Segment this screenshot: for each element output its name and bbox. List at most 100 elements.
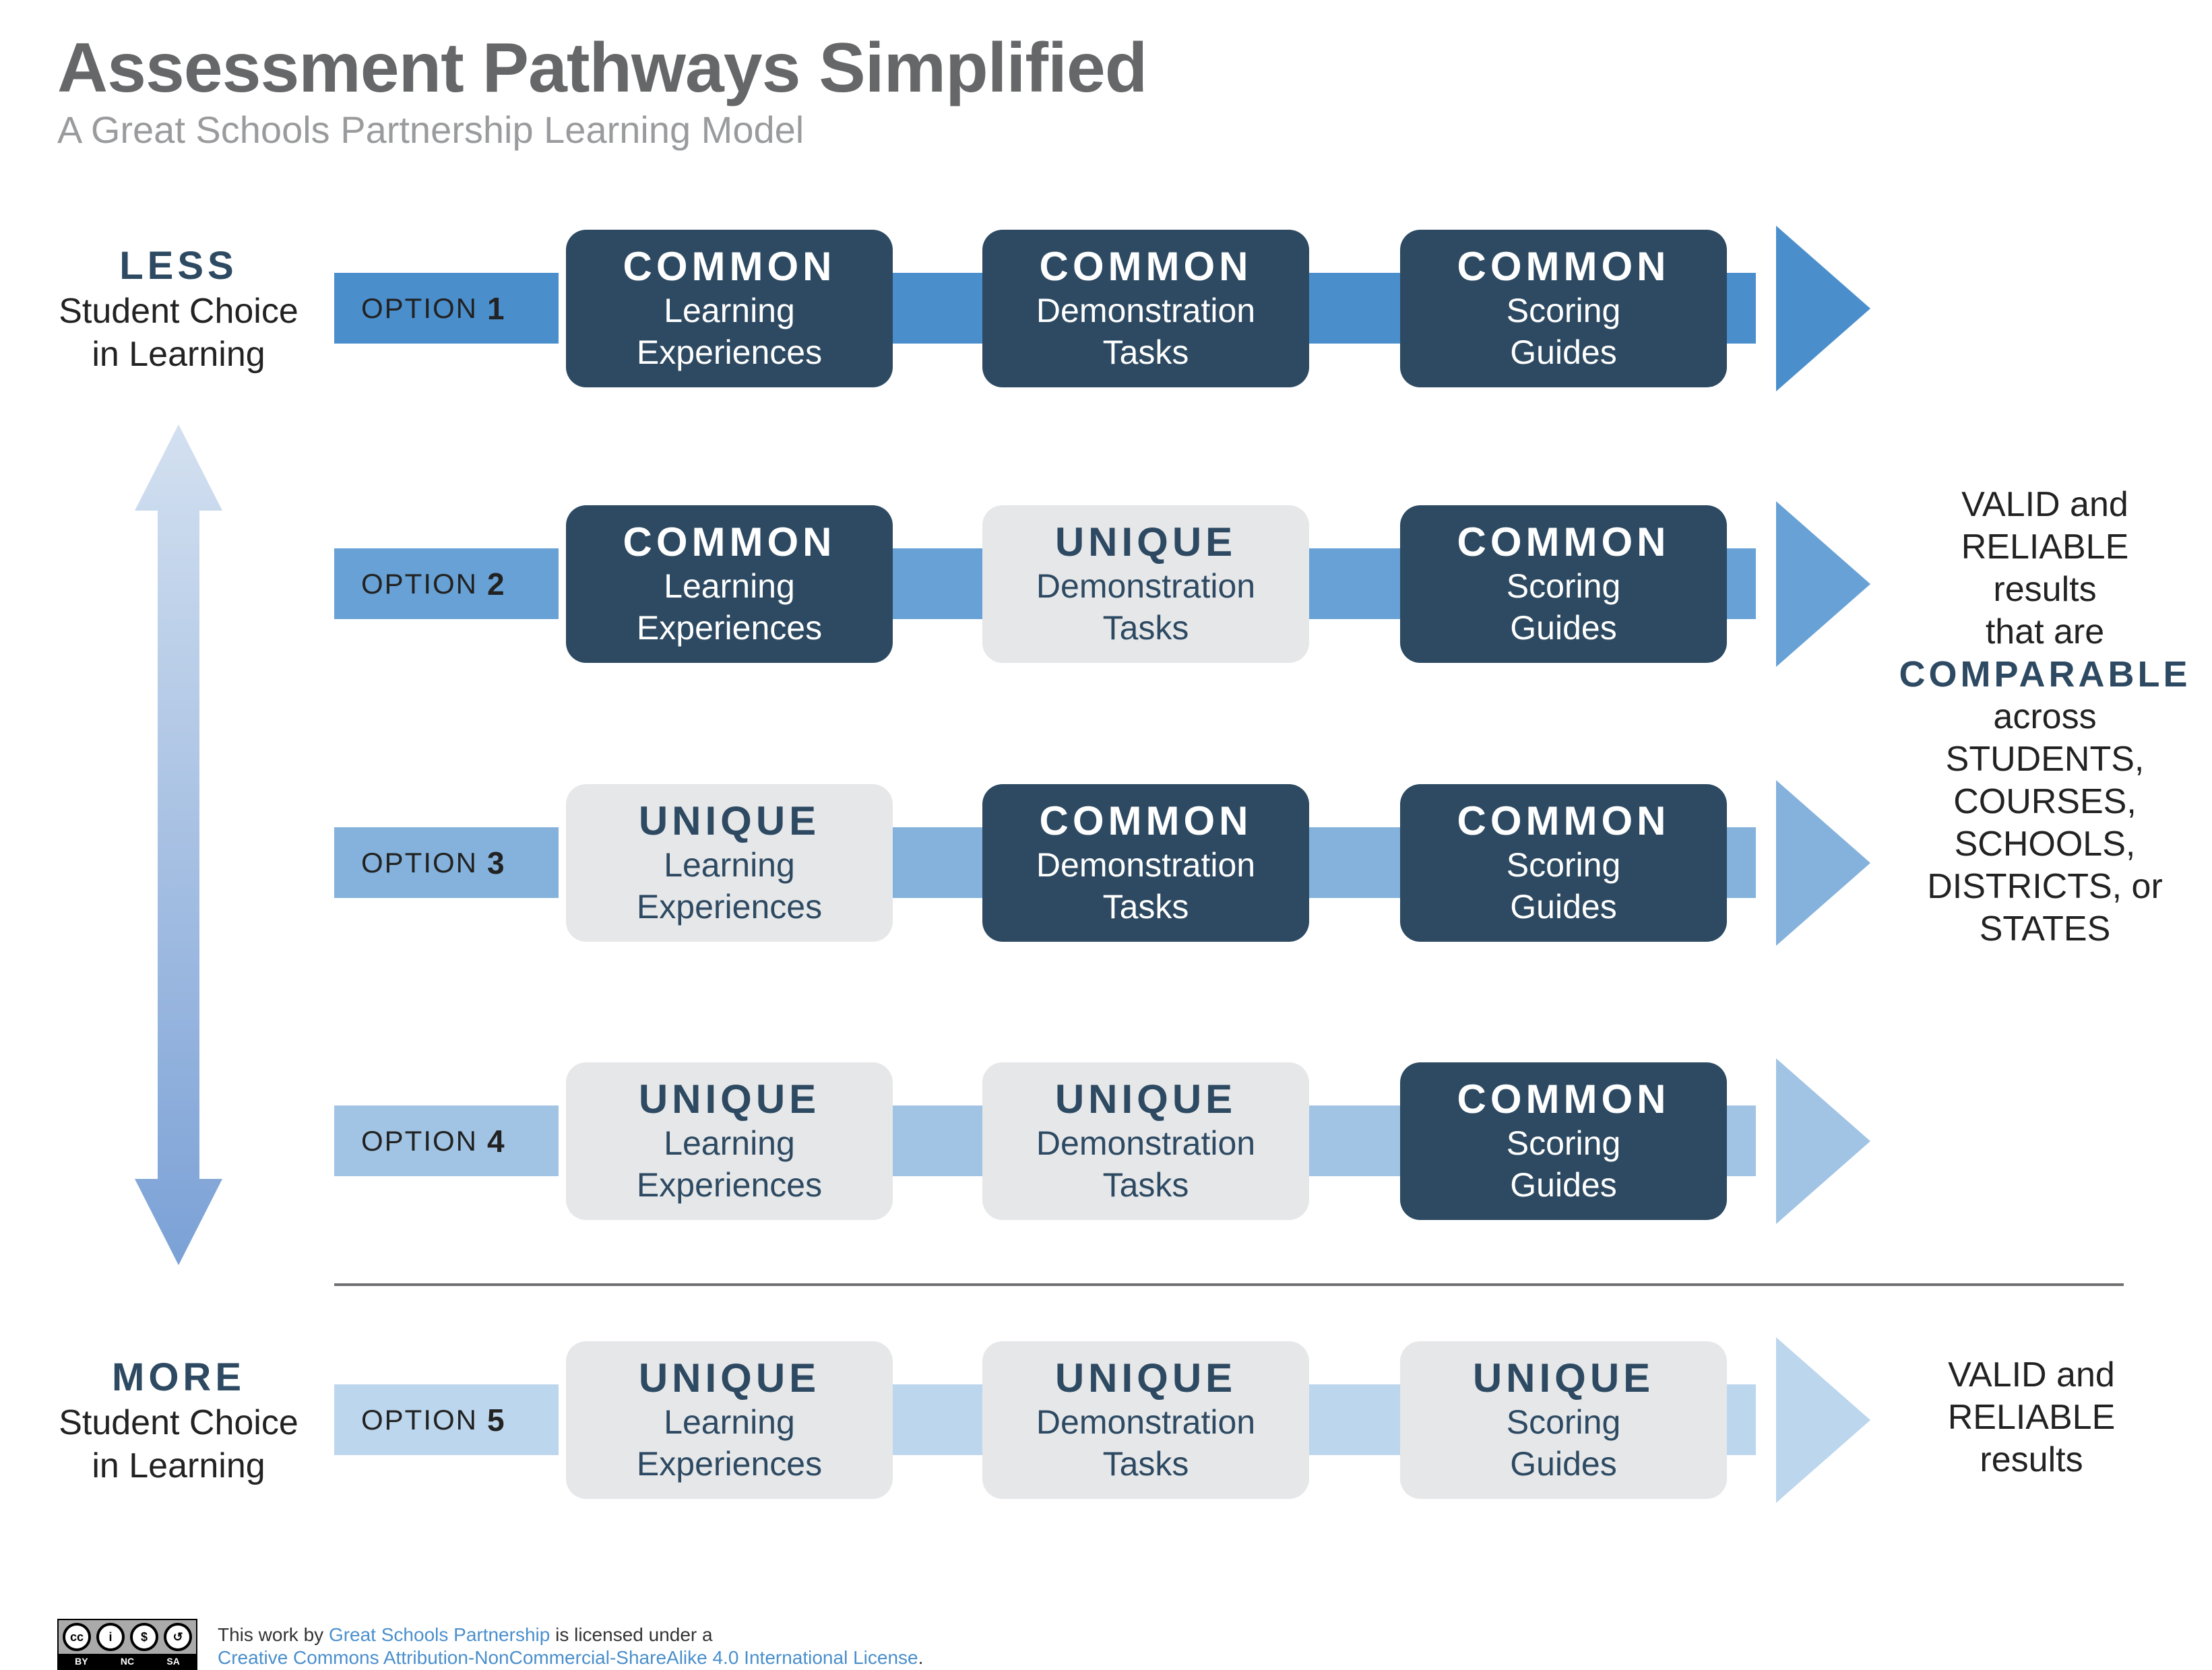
result-line: VALID and [1948,1355,2115,1394]
learning-experiences-box: UNIQUE Learning Experiences [566,1341,893,1499]
license-mid: is licensed under a [550,1624,713,1645]
option-number: 5 [487,1402,505,1438]
option-number: 3 [487,845,505,880]
right-arrow-head-icon [1776,1058,1870,1224]
box-kind: COMMON [623,519,836,565]
option-word: OPTION [361,1403,478,1436]
learning-experiences-box: COMMON Learning Experiences [566,230,893,387]
box-line2: Experiences [636,1445,823,1483]
box-line2: Tasks [1102,1166,1189,1204]
band-gap [559,1105,566,1176]
box-line1: Scoring [1506,1403,1621,1441]
creative-commons-badge[interactable]: cc i $ ↺ BY NC SA [57,1619,197,1670]
basic-results-text: VALID and RELIABLE results [1873,1354,2190,1481]
band-gap [559,827,566,898]
result-line: DISTRICTS, or [1927,867,2163,906]
result-line: COURSES, [1953,782,2137,821]
box-kind: UNIQUE [638,1077,821,1122]
box-kind: UNIQUE [638,1355,821,1401]
demonstration-tasks-box: UNIQUE Demonstration Tasks [982,1341,1309,1499]
right-arrow-head-icon [1776,1337,1870,1503]
page-title: Assessment Pathways Simplified [57,29,1147,107]
result-line: that are [1985,612,2105,651]
option-number: 4 [487,1123,505,1159]
badge-by: BY [75,1656,88,1667]
result-line: RELIABLE [1961,527,2129,567]
box-kind: COMMON [1039,244,1253,289]
option-label: OPTION 3 [334,827,559,898]
box-line2: Tasks [1102,609,1189,647]
box-line1: Learning [664,1124,795,1162]
scoring-guides-box: COMMON Scoring Guides [1400,784,1727,942]
scoring-guides-box: COMMON Scoring Guides [1400,505,1727,663]
box-line1: Learning [664,846,795,884]
comparable-results-text: VALID and RELIABLE results that are COMPARA… [1887,484,2203,951]
box-line2: Tasks [1102,1445,1189,1483]
box-line2: Guides [1510,888,1617,926]
band-gap [559,273,566,344]
box-kind: COMMON [623,244,836,289]
right-arrow-head-icon [1776,226,1870,391]
option-word: OPTION [361,846,478,878]
result-line: results [1993,570,2097,609]
license-link[interactable]: Creative Commons Attribution-NonCommerci… [218,1647,918,1668]
noncommercial-icon: $ [130,1623,158,1651]
box-line2: Tasks [1102,333,1189,371]
license-suffix: . [918,1647,924,1668]
right-arrow-head-icon [1776,780,1870,946]
box-line1: Demonstration [1036,1124,1256,1162]
box-kind: COMMON [1457,519,1670,565]
right-arrow-head-icon [1776,501,1870,667]
option-word: OPTION [361,567,478,600]
attribution-icon: i [96,1623,125,1651]
page-subtitle: A Great Schools Partnership Learning Mod… [57,108,804,151]
option-row: OPTION 3 UNIQUE Learning Experiences COMM… [0,775,2212,951]
box-line2: Guides [1510,333,1617,371]
box-line1: Scoring [1506,292,1621,329]
box-line2: Guides [1510,1166,1617,1204]
badge-nc: NC [120,1656,135,1667]
option-label: OPTION 1 [334,273,559,344]
author-link[interactable]: Great Schools Partnership [329,1624,550,1645]
box-line1: Scoring [1506,1124,1621,1162]
cc-icon: cc [63,1623,91,1651]
box-kind: COMMON [1457,1077,1670,1122]
option-label: OPTION 4 [334,1105,559,1176]
box-kind: UNIQUE [1054,519,1237,565]
band-gap [559,548,566,619]
learning-experiences-box: UNIQUE Learning Experiences [566,784,893,942]
box-line1: Demonstration [1036,292,1256,329]
demonstration-tasks-box: COMMON Demonstration Tasks [982,230,1309,387]
demonstration-tasks-box: UNIQUE Demonstration Tasks [982,505,1309,663]
box-line1: Learning [664,292,795,329]
box-kind: UNIQUE [1054,1355,1237,1401]
box-line1: Learning [664,567,795,605]
result-line: STATES [1979,909,2111,949]
box-line1: Demonstration [1036,846,1256,884]
option-word: OPTION [361,1124,478,1157]
option-number: 2 [487,566,505,602]
box-line1: Learning [664,1403,795,1441]
result-line: RELIABLE [1947,1398,2116,1437]
license-prefix: This work by [218,1624,329,1645]
box-line2: Guides [1510,1445,1617,1483]
option-row: OPTION 4 UNIQUE Learning Experiences UNIQ… [0,1054,2212,1229]
learning-experiences-box: UNIQUE Learning Experiences [566,1062,893,1220]
box-line2: Guides [1510,609,1617,647]
box-kind: COMMON [1457,244,1670,289]
result-line: across [1993,697,2097,736]
result-line: SCHOOLS, [1954,825,2136,864]
box-kind: COMMON [1457,798,1670,843]
demonstration-tasks-box: COMMON Demonstration Tasks [982,784,1309,942]
option-word: OPTION [361,292,478,324]
demonstration-tasks-box: UNIQUE Demonstration Tasks [982,1062,1309,1220]
scoring-guides-box: COMMON Scoring Guides [1400,230,1727,387]
box-line1: Demonstration [1036,567,1256,605]
box-line1: Demonstration [1036,1403,1256,1441]
box-line2: Tasks [1102,888,1189,926]
section-divider [334,1283,2124,1286]
scoring-guides-box: UNIQUE Scoring Guides [1400,1341,1727,1499]
box-kind: UNIQUE [1054,1077,1237,1122]
box-kind: UNIQUE [1472,1355,1655,1401]
band-gap [559,1384,566,1455]
